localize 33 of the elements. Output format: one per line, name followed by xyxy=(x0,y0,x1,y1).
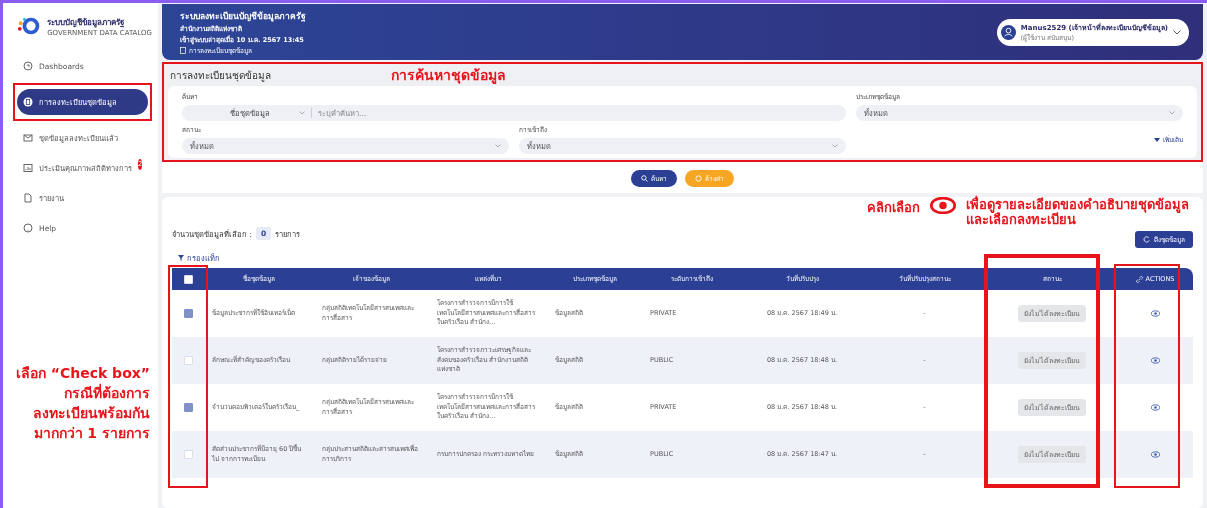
chevron-down-icon xyxy=(1173,29,1181,35)
chevron-down-icon xyxy=(832,144,838,148)
clock-icon xyxy=(23,61,33,71)
help-icon xyxy=(23,223,33,233)
document-icon xyxy=(180,47,186,54)
chart-icon xyxy=(23,163,33,173)
view-icon[interactable] xyxy=(1150,451,1160,458)
logo-title: ระบบบัญชีข้อมูลภาครัฐ xyxy=(47,16,126,29)
annotation-text: คลิกเลือก xyxy=(867,199,920,217)
chevron-down-icon xyxy=(1169,111,1175,115)
eye-icon xyxy=(930,197,956,214)
annotation-text: เลือก “Check box” กรณีที่ต้องการ ลงทะเบียนพร้อมกัน มากกว่า 1 รายการ xyxy=(14,364,151,443)
annotation-text: การค้นหาชุดข้อมูล xyxy=(391,66,506,86)
search-icon xyxy=(641,175,648,182)
system-title: ระบบลงทะเบียนบัญชีข้อมูลภาครัฐ xyxy=(180,9,306,23)
chevron-down-icon xyxy=(495,144,501,148)
select-all-checkbox[interactable] xyxy=(183,274,193,284)
chevron-down-icon xyxy=(299,111,305,115)
filter-icon xyxy=(178,255,184,261)
mail-icon xyxy=(23,133,33,143)
user-avatar-icon xyxy=(1000,24,1016,40)
view-icon[interactable] xyxy=(1150,310,1160,317)
annotation-text: เพื่อดูรายละเอียดของคำอธิบายชุดข้อมูล และเลือกลงทะเบียน xyxy=(966,197,1189,227)
row-checkbox[interactable] xyxy=(183,403,193,412)
link-icon xyxy=(1135,275,1143,283)
row-checkbox[interactable] xyxy=(183,309,193,318)
panel-title: การลงทะเบียนชุดข้อมูล xyxy=(170,68,271,83)
view-icon[interactable] xyxy=(1150,357,1160,364)
view-icon[interactable] xyxy=(1150,404,1160,411)
file-icon xyxy=(23,193,33,203)
logo-icon xyxy=(17,15,42,37)
document-icon xyxy=(23,97,33,107)
caret-down-icon xyxy=(1154,137,1160,142)
